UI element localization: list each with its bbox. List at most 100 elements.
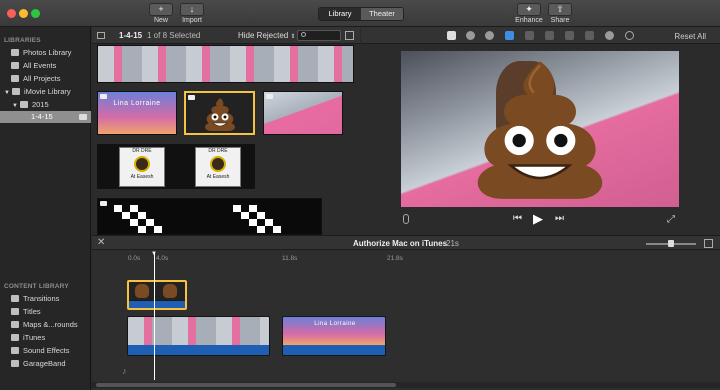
sidebar-item-label: All Projects	[23, 74, 61, 83]
sidebar-item-maps-backgrounds[interactable]: Maps &...rounds	[0, 319, 91, 331]
sidebar-toggle-icon[interactable]	[97, 32, 105, 39]
library-tab[interactable]: Library	[319, 8, 361, 20]
browser-toolbar: 1-4-15 1 of 8 Selected Hide Rejected ⇕	[92, 27, 360, 44]
zoom-slider-thumb[interactable]	[668, 240, 674, 247]
color-balance-icon[interactable]	[466, 31, 475, 40]
sidebar-item-label: iTunes	[23, 333, 46, 342]
sidebar-item-garageband[interactable]: GarageBand	[0, 358, 91, 370]
share-button[interactable]: ⇧ Share	[544, 3, 576, 24]
libraries-heading: LIBRARIES	[4, 37, 41, 44]
clip-thumbnail[interactable]	[97, 45, 354, 83]
minimize-window-button[interactable]	[19, 9, 28, 18]
sidebar-item-1-4-15[interactable]: 1-4-15	[0, 111, 91, 123]
events-icon	[11, 62, 19, 69]
poop-overlay-clip-selected[interactable]	[127, 280, 187, 310]
microphone-icon[interactable]	[403, 214, 409, 224]
import-button-label: Import	[182, 17, 202, 24]
color-correction-icon[interactable]	[485, 31, 494, 40]
sidebar-item-label: 2015	[31, 100, 49, 109]
crop-icon[interactable]	[505, 31, 514, 40]
clip-appearance-icon[interactable]	[704, 239, 713, 248]
play-icon[interactable]: ▶	[533, 211, 543, 227]
fullscreen-icon[interactable]: ⤢	[667, 214, 675, 225]
timeline-header: ✕ Authorize Mac on iTunes 21s	[92, 235, 720, 250]
overlay-settings-icon[interactable]	[447, 31, 456, 40]
checker-pattern	[114, 205, 162, 233]
disclosure-triangle-icon[interactable]: ▼	[4, 90, 10, 96]
clip-title-text: Lina Lorraine	[314, 321, 356, 327]
projects-icon	[11, 75, 19, 82]
poop-emoji-icon	[135, 284, 149, 298]
close-icon[interactable]: ✕	[97, 237, 105, 248]
dr-dre-title: DR DRE	[208, 148, 228, 154]
title-clip-thumbnail[interactable]: Lina Lorraine	[97, 91, 177, 135]
photos-icon	[11, 49, 19, 56]
audio-waveform	[128, 345, 269, 355]
transitions-icon	[11, 295, 19, 302]
sidebar-item-photos-library[interactable]: Photos Library	[0, 47, 91, 59]
sidebar-item-2015[interactable]: ▼ 2015	[0, 99, 91, 111]
sidebar-item-transitions[interactable]: Transitions	[0, 293, 91, 305]
speed-icon[interactable]	[585, 31, 594, 40]
noise-reduction-icon[interactable]	[565, 31, 574, 40]
scrollbar-thumb[interactable]	[96, 383, 396, 387]
enhance-button[interactable]: ✦ Enhance	[513, 3, 545, 24]
magic-wand-icon: ✦	[517, 3, 541, 16]
sidebar-item-label: All Events	[23, 61, 57, 70]
poop-emoji-icon	[163, 284, 177, 298]
volume-icon[interactable]	[545, 31, 554, 40]
timeline-scrollbar[interactable]	[92, 382, 720, 388]
filmstrip-icon[interactable]	[345, 31, 354, 40]
sidebar-item-imovie-library[interactable]: ▼ iMovie Library	[0, 86, 91, 98]
music-note-icon: ♪	[122, 366, 127, 376]
poop-clip-thumbnail-selected[interactable]	[184, 91, 255, 135]
sidebar-item-itunes[interactable]: iTunes	[0, 332, 91, 344]
info-icon[interactable]	[625, 31, 634, 40]
checker-pattern	[233, 205, 281, 233]
stabilization-icon[interactable]	[525, 31, 534, 40]
dr-dre-title: DR DRE	[132, 148, 152, 154]
viewer: Reset All ⏮ ▶ ⏭ ⤢	[361, 27, 720, 235]
sidebar-item-all-projects[interactable]: All Projects	[0, 73, 91, 85]
filter-dropdown[interactable]: Hide Rejected ⇕	[238, 31, 296, 40]
title-bar: + New ↓ Import Library Theater ✦ Enhance…	[0, 0, 720, 27]
video-clip[interactable]	[127, 316, 270, 356]
project-title: Authorize Mac on iTunes	[353, 239, 448, 248]
guitar-icon	[11, 360, 19, 367]
dr-dre-clip-thumbnail[interactable]: DR DRE At Easesh DR DRE At Easesh	[97, 144, 255, 189]
clip-frames	[129, 282, 185, 300]
reset-all-button[interactable]: Reset All	[674, 32, 706, 41]
sidebar-item-label: Transitions	[23, 294, 60, 303]
camera-icon	[188, 95, 195, 100]
sidebar-item-sound-effects[interactable]: Sound Effects	[0, 345, 91, 357]
plus-icon: +	[149, 3, 173, 16]
chevron-updown-icon: ⇕	[290, 34, 296, 40]
title-video-clip[interactable]: Lina Lorraine	[282, 316, 386, 356]
import-button[interactable]: ↓ Import	[176, 3, 208, 24]
dr-dre-card: DR DRE At Easesh	[195, 147, 241, 187]
checker-clip-thumbnail[interactable]	[97, 198, 322, 235]
speaker-icon	[11, 347, 19, 354]
skip-back-icon[interactable]: ⏮	[513, 213, 522, 224]
library-theater-switch[interactable]: Library Theater	[318, 7, 404, 21]
audio-waveform	[283, 345, 385, 355]
skip-forward-icon[interactable]: ⏭	[555, 213, 564, 224]
search-input[interactable]	[297, 30, 341, 41]
sidebar-item-all-events[interactable]: All Events	[0, 60, 91, 72]
video-preview	[401, 51, 679, 207]
sidebar-item-label: Titles	[23, 307, 41, 316]
ruler-tick: 21.8s	[387, 255, 403, 262]
new-button[interactable]: + New	[145, 3, 177, 24]
theater-tab[interactable]: Theater	[361, 8, 403, 20]
close-window-button[interactable]	[7, 9, 16, 18]
clip-filter-icon[interactable]	[605, 31, 614, 40]
disclosure-triangle-icon[interactable]: ▼	[12, 103, 18, 109]
playhead[interactable]: ▼	[151, 251, 157, 380]
clip-thumbnail[interactable]	[263, 91, 343, 135]
sidebar-item-label: Maps &...rounds	[23, 320, 78, 329]
sidebar-item-titles[interactable]: Titles	[0, 306, 91, 318]
zoom-slider[interactable]	[646, 240, 696, 247]
music-note-icon	[11, 334, 19, 341]
camera-icon	[100, 201, 107, 206]
zoom-window-button[interactable]	[31, 9, 40, 18]
